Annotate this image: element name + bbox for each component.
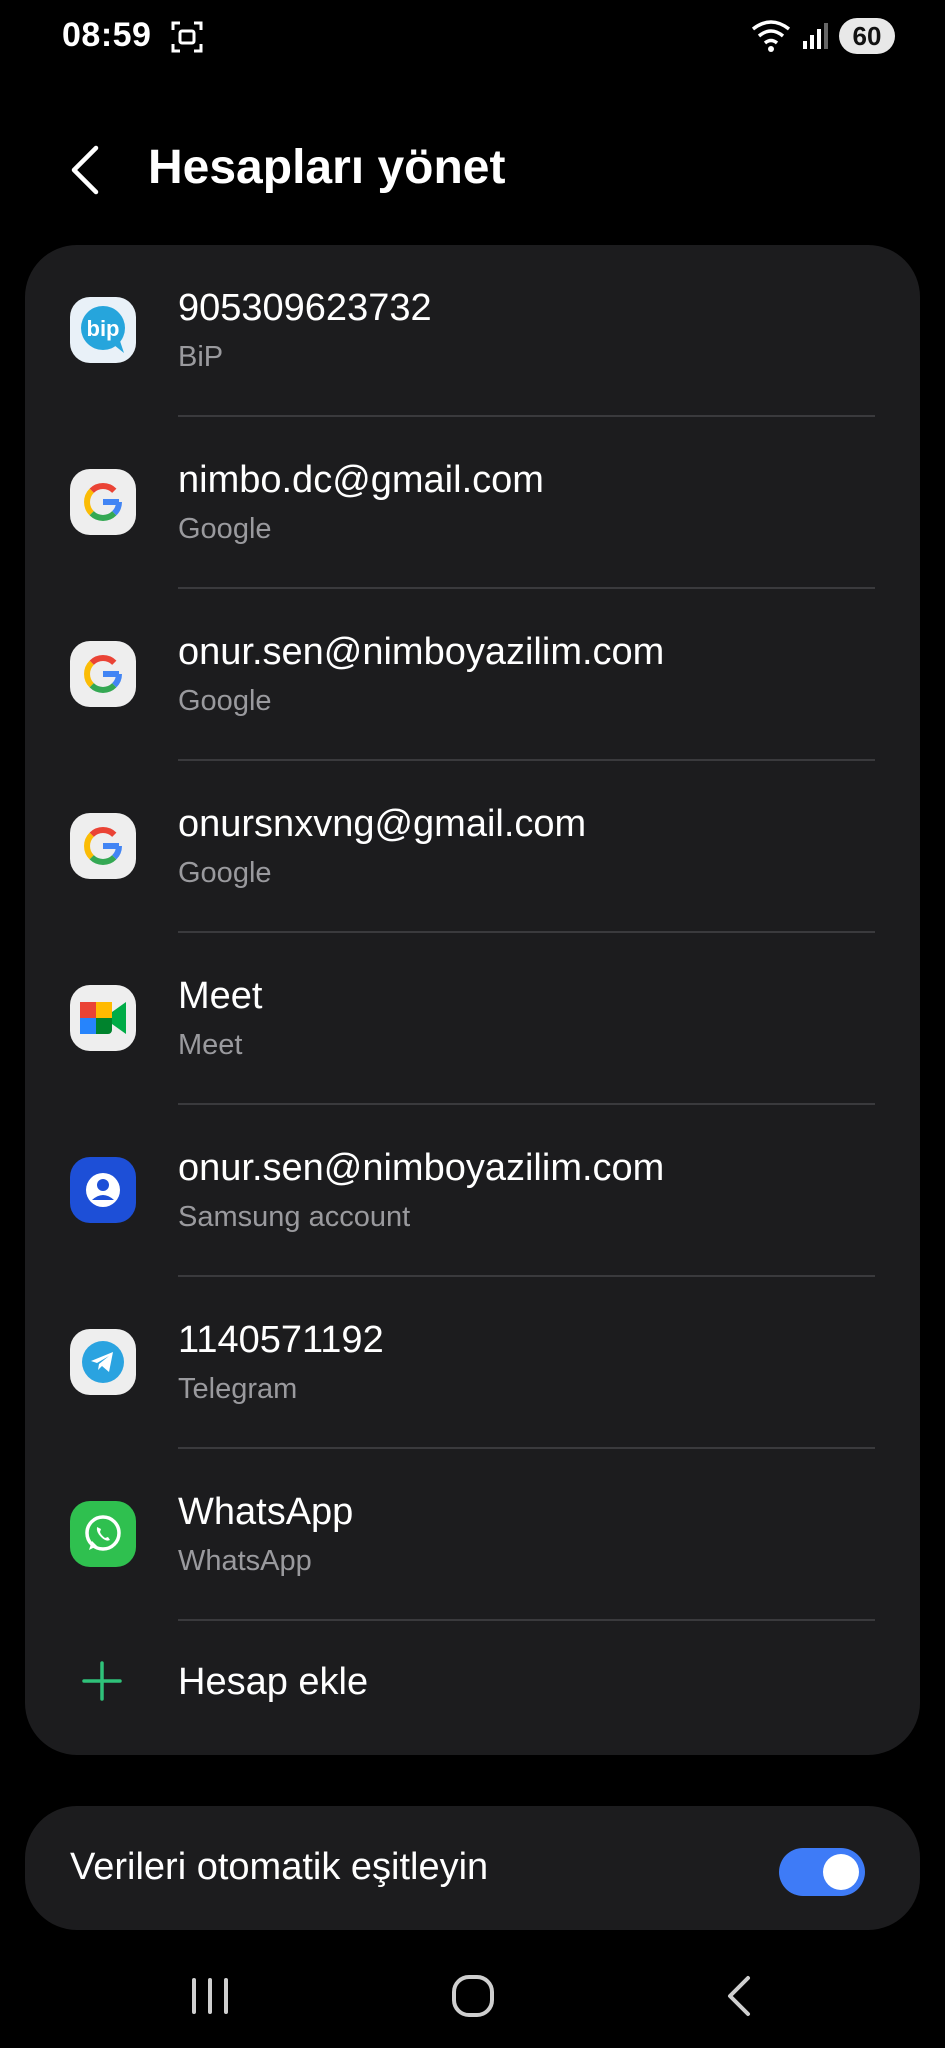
samsung-account-icon xyxy=(70,1157,136,1223)
account-name: Meet xyxy=(178,975,263,1017)
bip-icon: bip xyxy=(70,297,136,363)
auto-sync-toggle[interactable] xyxy=(779,1848,865,1896)
account-row-google-3[interactable]: onursnxvng@gmail.com Google xyxy=(25,761,920,933)
account-row-google-1[interactable]: nimbo.dc@gmail.com Google xyxy=(25,417,920,589)
page-title: Hesapları yönet xyxy=(148,141,506,194)
account-name: onur.sen@nimboyazilim.com xyxy=(178,631,665,673)
account-name: onur.sen@nimboyazilim.com xyxy=(178,1147,665,1189)
plus-icon xyxy=(82,1661,122,1701)
home-icon[interactable] xyxy=(443,1966,503,2026)
whatsapp-icon xyxy=(70,1501,136,1567)
auto-sync-row[interactable]: Verileri otomatik eşitleyin xyxy=(25,1806,920,1930)
account-type: Meet xyxy=(178,1029,243,1061)
account-name: onursnxvng@gmail.com xyxy=(178,803,587,845)
account-row-bip[interactable]: bip 905309623732 BiP xyxy=(25,245,920,417)
google-icon xyxy=(70,469,136,535)
meet-icon xyxy=(70,985,136,1051)
accounts-list: bip 905309623732 BiP nimbo.dc@gmail.com … xyxy=(25,245,920,1755)
toggle-knob xyxy=(823,1854,859,1890)
google-icon xyxy=(70,813,136,879)
account-name: 1140571192 xyxy=(178,1319,384,1361)
google-icon xyxy=(70,641,136,707)
account-name: 905309623732 xyxy=(178,287,432,329)
account-type: Telegram xyxy=(178,1373,298,1405)
divider xyxy=(178,1619,875,1621)
account-type: BiP xyxy=(178,341,224,373)
account-type: Google xyxy=(178,513,272,545)
screenshot-icon xyxy=(171,21,203,53)
auto-sync-label: Verileri otomatik eşitleyin xyxy=(70,1846,489,1888)
account-row-meet[interactable]: Meet Meet xyxy=(25,933,920,1105)
signal-icon xyxy=(803,23,828,49)
svg-text:bip: bip xyxy=(87,316,120,341)
account-type: Google xyxy=(178,685,272,717)
recent-apps-icon[interactable] xyxy=(180,1966,240,2026)
wifi-icon xyxy=(751,20,791,52)
add-account-label: Hesap ekle xyxy=(178,1661,369,1703)
account-name: WhatsApp xyxy=(178,1491,354,1533)
account-row-telegram[interactable]: 1140571192 Telegram xyxy=(25,1277,920,1449)
back-arrow-icon[interactable] xyxy=(66,142,106,198)
app-bar: Hesapları yönet xyxy=(0,120,945,220)
navigation-bar xyxy=(0,1950,945,2048)
account-type: Samsung account xyxy=(178,1201,411,1233)
account-row-whatsapp[interactable]: WhatsApp WhatsApp xyxy=(25,1449,920,1621)
status-bar: 08:59 60 xyxy=(0,0,945,72)
account-type: Google xyxy=(178,857,272,889)
back-nav-icon[interactable] xyxy=(710,1966,770,2026)
account-name: nimbo.dc@gmail.com xyxy=(178,459,544,501)
battery-indicator: 60 xyxy=(839,18,895,54)
add-account-button[interactable]: Hesap ekle xyxy=(25,1625,920,1745)
status-time: 08:59 xyxy=(62,16,152,54)
account-type: WhatsApp xyxy=(178,1545,312,1577)
account-row-google-2[interactable]: onur.sen@nimboyazilim.com Google xyxy=(25,589,920,761)
status-icons: 60 xyxy=(751,16,895,56)
telegram-icon xyxy=(70,1329,136,1395)
account-row-samsung[interactable]: onur.sen@nimboyazilim.com Samsung accoun… xyxy=(25,1105,920,1277)
